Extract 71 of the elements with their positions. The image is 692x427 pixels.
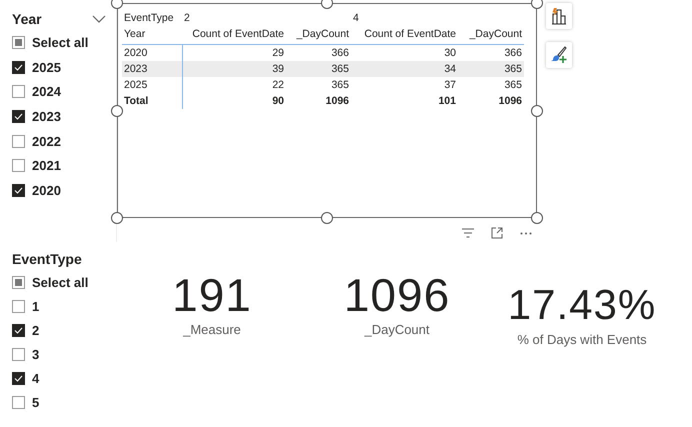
matrix-visual[interactable]: EventType 2 4 Year Count of EventDate _DayCount Count of EventDate _DayCount 2020 29 366 30 366 2023 39 365 34 365 2025 22 365 37 365 Total 90 1096 101 1096 bbox=[117, 3, 537, 218]
table-cell: 29 bbox=[272, 47, 284, 59]
card-value: 1096 bbox=[344, 270, 450, 320]
slicer-checkbox[interactable]: 3 bbox=[12, 342, 40, 366]
resize-handle[interactable] bbox=[531, 0, 543, 9]
more-options-icon[interactable] bbox=[520, 232, 532, 234]
checkmark-icon bbox=[14, 112, 23, 120]
column-header: Year bbox=[124, 28, 146, 40]
slicer-checkbox[interactable]: 2020 bbox=[12, 178, 61, 203]
table-cell: 34 bbox=[444, 63, 456, 75]
column-group-title: EventType bbox=[124, 12, 174, 24]
card-value: 17.43% bbox=[508, 280, 656, 330]
table-cell: Total bbox=[124, 95, 148, 107]
slicer-checkbox[interactable]: 1 bbox=[12, 294, 40, 318]
slicer-checkbox[interactable]: 2023 bbox=[12, 104, 61, 129]
table-cell: 365 bbox=[331, 63, 349, 75]
slicer-checkbox[interactable]: 2 bbox=[12, 318, 40, 342]
checkmark-icon bbox=[14, 374, 23, 382]
table-cell: 365 bbox=[504, 79, 522, 91]
select-all-checkbox[interactable]: Select all bbox=[12, 270, 88, 294]
table-cell: 2025 bbox=[124, 79, 148, 91]
column-group-header: 4 bbox=[353, 12, 359, 24]
table-cell: 2020 bbox=[124, 47, 148, 59]
format-brush-button[interactable] bbox=[546, 42, 572, 68]
resize-handle[interactable] bbox=[321, 212, 333, 224]
resize-handle[interactable] bbox=[531, 104, 543, 116]
table-cell: 90 bbox=[272, 95, 284, 107]
resize-handle[interactable] bbox=[111, 0, 123, 9]
table-cell: 365 bbox=[504, 63, 522, 75]
slicer-title: EventType bbox=[12, 251, 82, 267]
card-label: % of Days with Events bbox=[517, 332, 647, 347]
table-cell: 1096 bbox=[498, 95, 522, 107]
table-cell: 39 bbox=[272, 63, 284, 75]
bar-chart-icon bbox=[550, 7, 568, 25]
column-header: _DayCount bbox=[296, 28, 349, 40]
table-cell: 30 bbox=[444, 47, 456, 59]
checkmark-icon bbox=[14, 64, 23, 71]
checkmark-icon bbox=[14, 186, 23, 194]
card-label: _Measure bbox=[183, 322, 241, 337]
column-header: Count of EventDate bbox=[364, 28, 456, 40]
slicer-checkbox[interactable]: 4 bbox=[12, 366, 40, 390]
resize-handle[interactable] bbox=[111, 104, 123, 116]
column-header: _DayCount bbox=[469, 28, 522, 40]
checkmark-icon bbox=[14, 326, 23, 334]
resize-handle[interactable] bbox=[531, 212, 543, 224]
slicer-title: Year bbox=[12, 11, 42, 27]
resize-handle[interactable] bbox=[111, 212, 123, 224]
table-cell: 2023 bbox=[124, 63, 148, 75]
chevron-down-icon[interactable] bbox=[92, 15, 106, 23]
table-cell: 366 bbox=[504, 47, 522, 59]
table-cell: 37 bbox=[444, 79, 456, 91]
focus-mode-icon[interactable] bbox=[491, 227, 503, 239]
table-cell: 1096 bbox=[326, 95, 349, 107]
card-value: 191 bbox=[172, 270, 252, 320]
format-visual-button[interactable] bbox=[546, 3, 572, 29]
column-group-header: 2 bbox=[184, 12, 190, 24]
select-all-checkbox[interactable]: Select all bbox=[12, 30, 88, 55]
table-cell: 101 bbox=[438, 95, 456, 107]
slicer-checkbox[interactable]: 2022 bbox=[12, 128, 61, 154]
card-label: _DayCount bbox=[364, 322, 430, 337]
slicer-checkbox[interactable]: 5 bbox=[12, 390, 40, 414]
table-cell: 365 bbox=[331, 79, 349, 91]
table-cell: 22 bbox=[272, 79, 284, 91]
slicer-checkbox[interactable]: 2024 bbox=[12, 79, 61, 104]
brush-icon bbox=[550, 46, 568, 64]
resize-handle[interactable] bbox=[321, 0, 333, 9]
column-header: Count of EventDate bbox=[192, 28, 284, 40]
filter-icon[interactable] bbox=[462, 228, 474, 238]
slicer-checkbox[interactable]: 2021 bbox=[12, 153, 61, 178]
slicer-checkbox[interactable]: 2025 bbox=[12, 54, 61, 80]
table-cell: 366 bbox=[331, 47, 349, 59]
